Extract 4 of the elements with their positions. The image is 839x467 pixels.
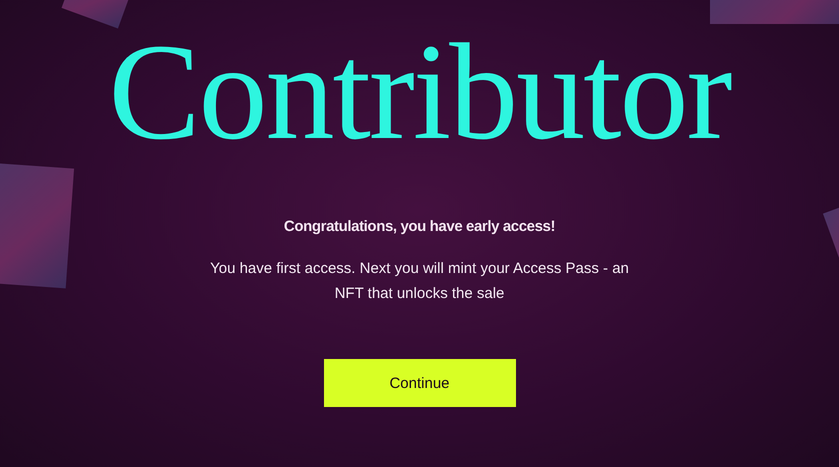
message-heading: Congratulations, you have early access! — [284, 218, 556, 235]
hero-title: Contributor — [108, 28, 730, 156]
message-body: You have first access. Next you will mint your Access Pass - an NFT that unlocks the sale — [210, 259, 630, 304]
continue-button[interactable]: Continue — [324, 359, 516, 407]
